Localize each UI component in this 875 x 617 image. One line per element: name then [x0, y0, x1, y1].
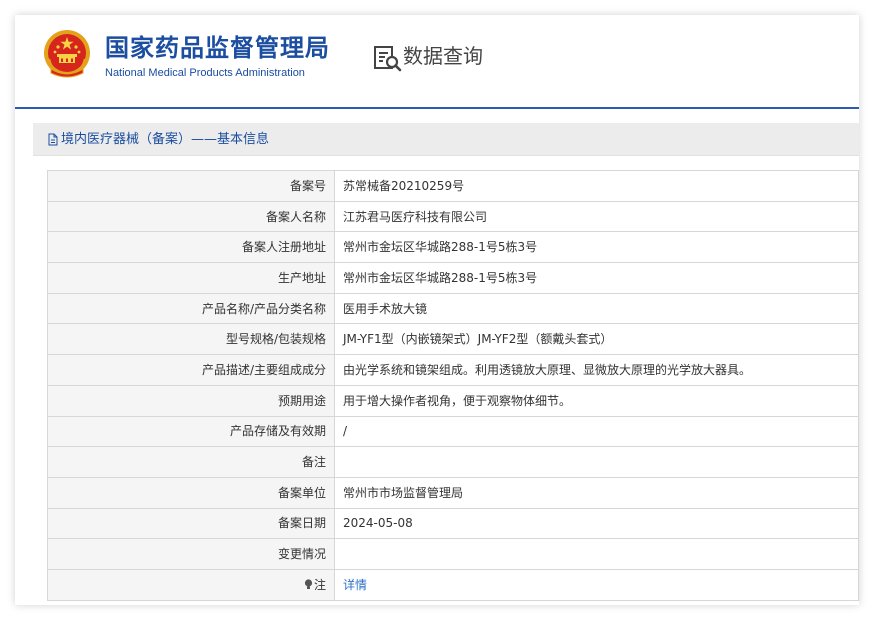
field-value: 医用手术放大镜: [334, 292, 859, 325]
field-label: 产品名称/产品分类名称: [47, 292, 335, 325]
field-value: [334, 446, 859, 478]
note-label: 注: [313, 577, 326, 592]
site-title[interactable]: 国家药品监督管理局: [105, 33, 330, 63]
table-row: 产品存储及有效期 /: [47, 415, 859, 448]
field-value: 2024-05-08: [334, 507, 859, 540]
field-label: 备案日期: [47, 507, 335, 540]
table-row: 备案人名称 江苏君马医疗科技有限公司: [47, 200, 859, 233]
table-row: 产品名称/产品分类名称 医用手术放大镜: [47, 292, 859, 325]
info-panel: 境内医疗器械（备案）——基本信息 备案号 苏常械备20210259号 备案人名称 江苏…: [33, 123, 859, 605]
document-icon: [48, 133, 58, 146]
lightbulb-icon: [304, 579, 313, 589]
field-value: 江苏君马医疗科技有限公司: [334, 200, 859, 233]
field-label: 产品存储及有效期: [47, 415, 335, 448]
info-table-footer: 注 详情: [47, 568, 859, 601]
info-table: 备案号 苏常械备20210259号 备案人名称 江苏君马医疗科技有限公司 备案人注册地址…: [47, 170, 859, 601]
national-emblem-icon[interactable]: [42, 29, 92, 81]
table-row: 变更情况: [47, 538, 859, 570]
table-row: 备案单位 常州市市场监督管理局: [47, 476, 859, 509]
field-label: 备注: [47, 446, 335, 478]
table-row: 备案号 苏常械备20210259号: [47, 170, 859, 202]
search-document-icon: [374, 46, 402, 72]
details-link[interactable]: 详情: [343, 578, 367, 592]
site-header: 国家药品监督管理局 National Medical Products Admi…: [15, 15, 859, 109]
site-subtitle: National Medical Products Administration: [105, 67, 305, 79]
field-value: 用于增大操作者视角，便于观察物体细节。: [334, 384, 859, 417]
page-frame: 国家药品监督管理局 National Medical Products Admi…: [15, 15, 859, 605]
field-label: 备案号: [47, 170, 335, 202]
table-row: 生产地址 常州市金坛区华城路288-1号5栋3号: [47, 262, 859, 294]
field-value: 苏常械备20210259号: [334, 170, 859, 202]
field-label: 备案人注册地址: [47, 231, 335, 264]
field-value: 由光学系统和镜架组成。利用透镜放大原理、显微放大原理的光学放大器具。: [334, 354, 859, 386]
main-content: 境内医疗器械（备案）——基本信息 备案号 苏常械备20210259号 备案人名称 江苏…: [15, 109, 859, 605]
table-row: 预期用途 用于增大操作者视角，便于观察物体细节。: [47, 384, 859, 417]
panel-title: 境内医疗器械（备案）——基本信息: [61, 132, 270, 147]
table-row: 型号规格/包装规格 JM-YF1型（内嵌镜架式）JM-YF2型（额戴头套式）: [47, 323, 859, 356]
table-row: 产品描述/主要组成成分 由光学系统和镜架组成。利用透镜放大原理、显微放大原理的光学…: [47, 354, 859, 386]
field-label: 备案单位: [47, 476, 335, 509]
data-query-title: 数据查询: [403, 44, 483, 68]
field-value: [334, 538, 859, 570]
field-label: 预期用途: [47, 384, 335, 417]
table-row: 备案日期 2024-05-08: [47, 507, 859, 540]
note-value-cell: 详情: [334, 568, 859, 601]
field-value: JM-YF1型（内嵌镜架式）JM-YF2型（额戴头套式）: [334, 323, 859, 356]
field-label: 备案人名称: [47, 200, 335, 233]
field-label: 产品描述/主要组成成分: [47, 354, 335, 386]
table-row: 备案人注册地址 常州市金坛区华城路288-1号5栋3号: [47, 231, 859, 264]
field-value: /: [334, 415, 859, 448]
table-row: 备注: [47, 446, 859, 478]
info-table-body: 备案号 苏常械备20210259号 备案人名称 江苏君马医疗科技有限公司 备案人注册地址…: [47, 170, 859, 570]
field-label: 型号规格/包装规格: [47, 323, 335, 356]
panel-header: 境内医疗器械（备案）——基本信息: [33, 123, 859, 156]
field-value: 常州市市场监督管理局: [334, 476, 859, 509]
field-value: 常州市金坛区华城路288-1号5栋3号: [334, 231, 859, 264]
field-value: 常州市金坛区华城路288-1号5栋3号: [334, 262, 859, 294]
table-row-note: 注 详情: [47, 568, 859, 601]
field-label: 生产地址: [47, 262, 335, 294]
field-label: 变更情况: [47, 538, 335, 570]
note-label-cell: 注: [47, 568, 335, 601]
